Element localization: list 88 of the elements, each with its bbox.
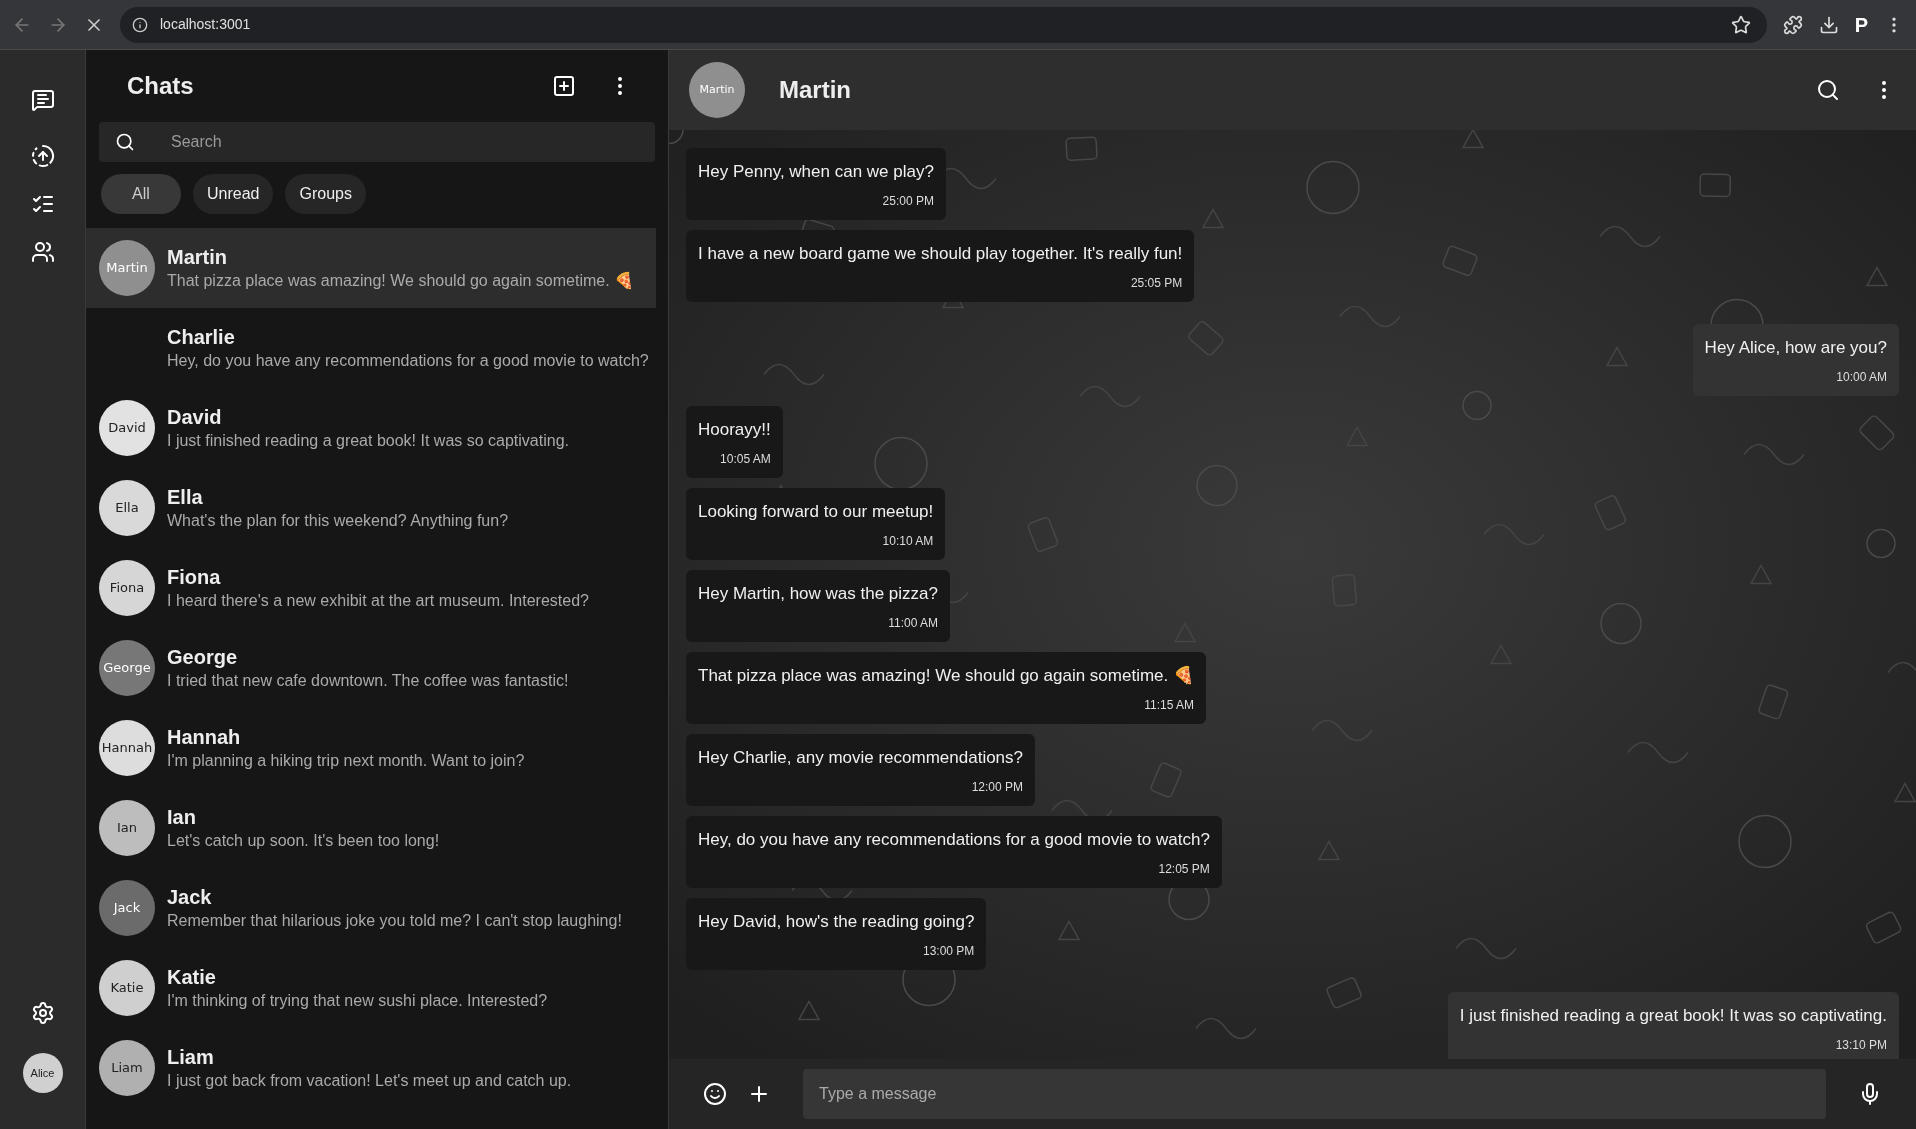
chat-list-item[interactable]: Jack Jack Remember that hilarious joke you told me? I can't stop laughing! bbox=[86, 868, 656, 948]
message-text: Hey Alice, how are you? bbox=[1704, 338, 1887, 358]
contact-name: Fiona bbox=[167, 565, 222, 590]
contact-avatar: Liam bbox=[99, 1040, 155, 1096]
message-time: 10:00 AM bbox=[1836, 369, 1887, 386]
message-preview: Remember that hilarious joke you told me? I can't stop laughing! bbox=[167, 911, 622, 931]
contact-avatar: Hannah bbox=[99, 720, 155, 776]
message-time: 10:05 AM bbox=[720, 451, 771, 468]
download-icon[interactable] bbox=[1818, 14, 1839, 35]
message-preview: I'm thinking of trying that new sushi place. Interested? bbox=[167, 991, 548, 1011]
chat-list-item[interactable]: Katie Katie I'm thinking of trying that new sushi place. Interested? bbox=[86, 948, 656, 1028]
contact-avatar: Katie bbox=[99, 960, 155, 1016]
filter-chip[interactable]: Groups bbox=[285, 174, 366, 214]
new-chat-icon[interactable] bbox=[552, 74, 576, 98]
chat-list-item[interactable]: George George I tried that new cafe downtown. The coffee was fantastic! bbox=[86, 628, 656, 708]
settings-icon[interactable] bbox=[30, 1001, 55, 1025]
message-text: Looking forward to our meetup! bbox=[698, 502, 934, 522]
contact-name: Charlie bbox=[167, 325, 236, 350]
contact-avatar: Ella bbox=[99, 480, 155, 536]
message-text: Hey David, how's the reading going? bbox=[698, 912, 975, 932]
info-icon[interactable] bbox=[132, 16, 148, 33]
message-time: 11:15 AM bbox=[1144, 697, 1194, 714]
chat-list-item[interactable]: Martin Martin That pizza place was amazing! We should go again sometime. 🍕 bbox=[86, 228, 656, 308]
message-preview: I just finished reading a great book! It was so captivating. bbox=[167, 431, 569, 451]
contact-avatar: David bbox=[99, 400, 155, 456]
contact-avatar: Martin bbox=[99, 240, 155, 296]
contact-name: Katie bbox=[167, 965, 217, 990]
message-text: Hey Penny, when can we play? bbox=[698, 162, 934, 182]
message-preview: I'm planning a hiking trip next month. Want to join? bbox=[167, 751, 525, 771]
contact-name: Liam bbox=[167, 1045, 215, 1070]
message-text: Hey, do you have any recommendations for a good movie to watch? bbox=[698, 830, 1210, 850]
message-text: I have a new board game we should play together. It's really fun! bbox=[698, 244, 1183, 264]
contact-name: Jack bbox=[167, 885, 213, 910]
url-text: localhost:3001 bbox=[160, 15, 251, 34]
message-text: Hey Charlie, any movie recommendations? bbox=[698, 748, 1024, 768]
people-icon[interactable] bbox=[30, 240, 55, 264]
contact-name: Hannah bbox=[167, 725, 242, 750]
message-preview: Hey, do you have any recommendations for a good movie to watch? bbox=[167, 351, 649, 371]
chat-list-item[interactable]: David David I just finished reading a great book! It was so captivating. bbox=[86, 388, 656, 468]
message-time: 25:05 PM bbox=[1130, 275, 1183, 292]
search-icon[interactable] bbox=[1816, 78, 1840, 102]
message-preview: I tried that new cafe downtown. The coffee was fantastic! bbox=[167, 671, 569, 691]
chat-list-item[interactable]: Charlie Hey, do you have any recommendations for a good movie to watch? bbox=[86, 308, 656, 388]
status-icon[interactable] bbox=[30, 144, 55, 168]
message-preview: Let's catch up soon. It's been too long! bbox=[167, 831, 440, 851]
chat-list-item[interactable]: Liam Liam I just got back from vacation! Let's meet up and catch up. bbox=[86, 1028, 656, 1108]
search-icon bbox=[115, 132, 135, 152]
chats-icon[interactable] bbox=[30, 88, 55, 112]
profile-button[interactable]: P bbox=[1854, 9, 1868, 40]
contact-avatar: Jack bbox=[99, 880, 155, 936]
chat-list-item[interactable]: Hannah Hannah I'm planning a hiking trip next month. Want to join? bbox=[86, 708, 656, 788]
contact-avatar: Fiona bbox=[99, 560, 155, 616]
filter-chip[interactable]: Unread bbox=[193, 174, 274, 214]
contact-name: David bbox=[167, 405, 223, 430]
contact-avatar: George bbox=[99, 640, 155, 696]
message-preview: What's the plan for this weekend? Anything fun? bbox=[167, 511, 509, 531]
contact-name: George bbox=[167, 645, 239, 670]
chat-list-item[interactable]: Ian Ian Let's catch up soon. It's been too long! bbox=[86, 788, 656, 868]
message-text: That pizza place was amazing! We should go again sometime. 🍕 bbox=[698, 666, 1194, 686]
message-preview: I heard there's a new exhibit at the art museum. Interested? bbox=[167, 591, 589, 611]
search-field[interactable]: Search bbox=[99, 122, 655, 162]
contact-name: Martin bbox=[779, 75, 851, 105]
message-time: 13:00 PM bbox=[923, 943, 975, 960]
chat-list-item[interactable]: Ella Ella What's the plan for this weekend? Anything fun? bbox=[86, 468, 656, 548]
puzzle-icon[interactable] bbox=[1782, 14, 1803, 35]
message-text: I just finished reading a great book! It was so captivating. bbox=[1459, 1006, 1887, 1026]
chat-list-item[interactable]: Fiona Fiona I heard there's a new exhibit at the art museum. Interested? bbox=[86, 548, 656, 628]
message-text: Hey Martin, how was the pizza? bbox=[698, 584, 938, 604]
message-text: Hoorayy!! bbox=[698, 420, 771, 440]
message-time: 11:00 AM bbox=[888, 615, 938, 632]
message-preview: That pizza place was amazing! We should go again sometime. 🍕 bbox=[167, 271, 635, 291]
contact-name: Ella bbox=[167, 485, 204, 510]
filter-chip[interactable]: All bbox=[101, 174, 181, 214]
message-field[interactable]: Type a message bbox=[803, 1069, 1826, 1119]
emoji-icon[interactable] bbox=[703, 1082, 727, 1106]
address-bar[interactable]: localhost:3001 bbox=[120, 6, 1767, 43]
message-time: 13:10 PM bbox=[1835, 1037, 1887, 1054]
contact-name: Martin bbox=[167, 245, 228, 270]
message-preview: I just got back from vacation! Let's meet up and catch up. bbox=[167, 1071, 572, 1091]
message-time: 10:10 AM bbox=[882, 533, 934, 550]
message-time: 12:05 PM bbox=[1158, 861, 1210, 878]
message-time: 12:00 PM bbox=[971, 779, 1024, 796]
message-time: 25:00 PM bbox=[882, 193, 934, 210]
contact-name: Ian bbox=[167, 805, 197, 830]
panel-title: Chats bbox=[127, 71, 194, 101]
user-avatar[interactable]: Alice bbox=[22, 1053, 63, 1093]
contact-avatar: Ian bbox=[99, 800, 155, 856]
star-icon[interactable] bbox=[1730, 14, 1751, 35]
